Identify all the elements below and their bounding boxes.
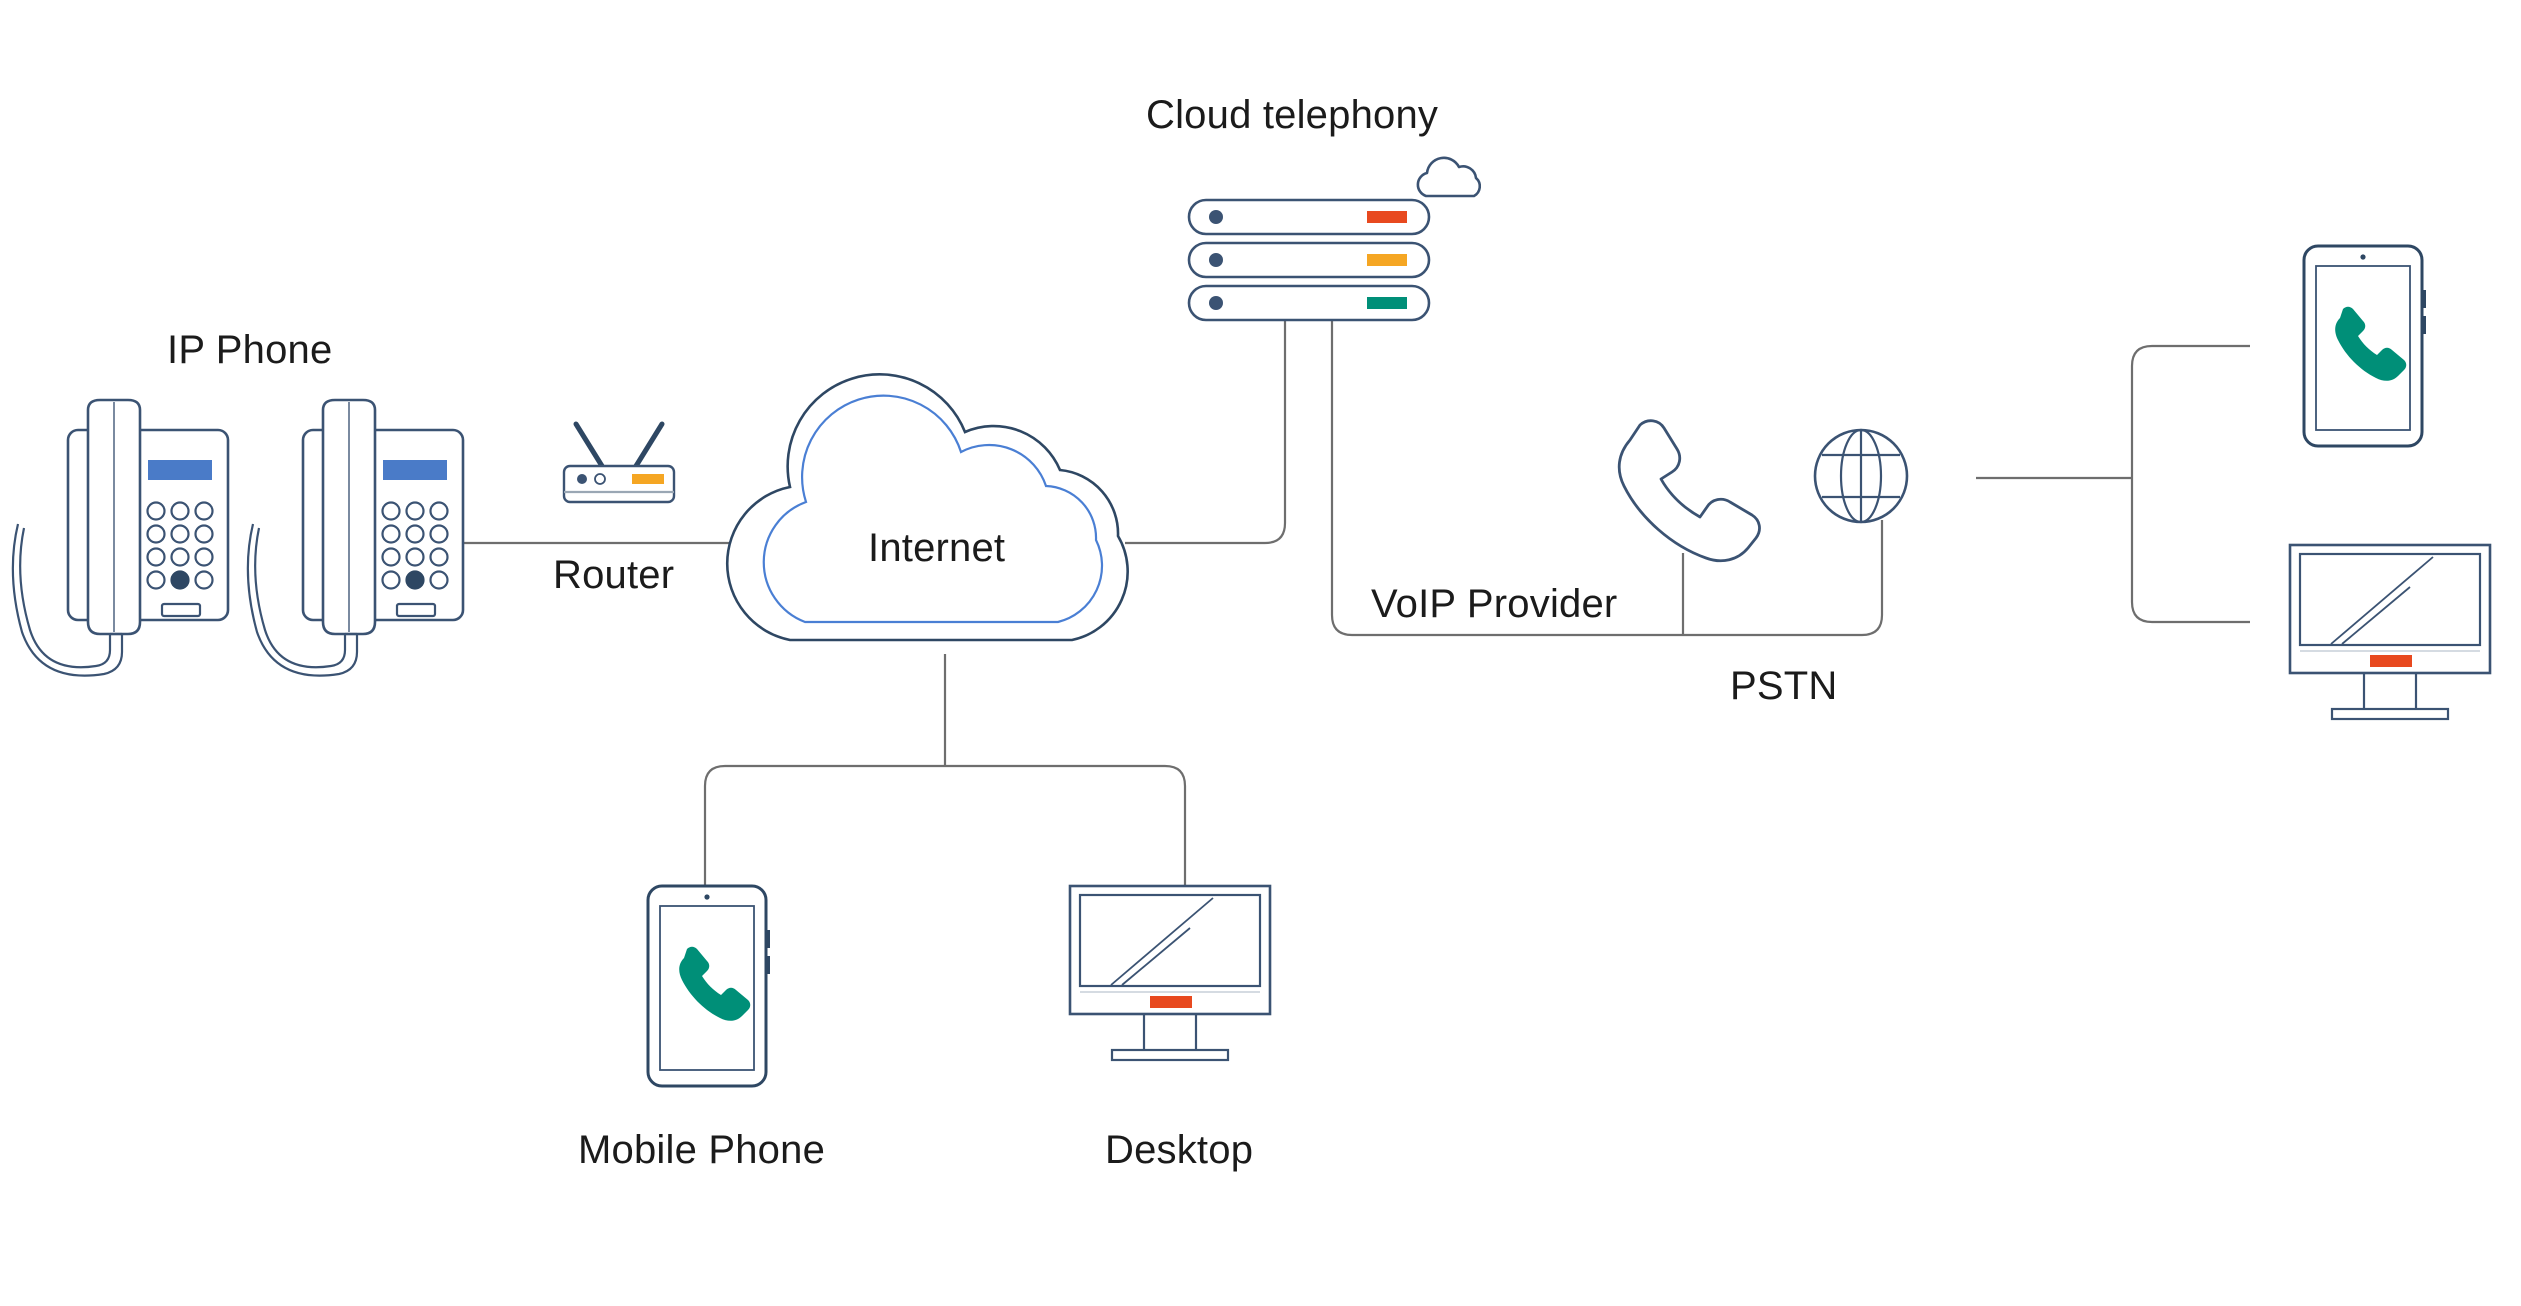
server-row-3 [1187, 284, 1431, 322]
node-mobile-phone[interactable] [646, 884, 772, 1088]
node-remote-mobile-phone[interactable] [2302, 244, 2428, 448]
node-remote-desktop[interactable] [2288, 543, 2492, 721]
label-cloud-telephony: Cloud telephony [1146, 93, 1439, 137]
connector-lines [455, 320, 2250, 886]
node-internet-cloud[interactable] [725, 373, 1129, 642]
connector-bracket-to-remote-desktop [2130, 478, 2250, 624]
server-row-1 [1187, 198, 1431, 236]
node-ip-phone-left[interactable] [11, 398, 230, 677]
connector-bracket-to-desktop [945, 764, 1187, 886]
diagram-canvas [11, 156, 2492, 1088]
label-router: Router [553, 553, 675, 597]
node-server-stack[interactable] [1187, 156, 1482, 322]
node-ip-phone-right[interactable] [246, 398, 465, 677]
label-pstn: PSTN [1730, 664, 1838, 708]
server-row-2 [1187, 241, 1431, 279]
node-desktop[interactable] [1068, 884, 1272, 1062]
node-voip-handset-icon[interactable] [1617, 419, 1761, 563]
connector-internet-to-cloudtelephony [1125, 320, 1287, 545]
network-diagram: IP Phone Router Internet Cloud telephony… [0, 0, 2521, 1306]
connector-bracket-to-remote-mobile [2130, 344, 2250, 478]
label-voip-provider: VoIP Provider [1371, 582, 1618, 626]
label-internet: Internet [868, 526, 1006, 570]
label-mobile-phone: Mobile Phone [578, 1128, 826, 1172]
mini-cloud-icon [1416, 156, 1482, 198]
connector-bracket-to-mobile [703, 764, 945, 886]
label-ip-phone: IP Phone [167, 328, 333, 372]
label-desktop: Desktop [1105, 1128, 1254, 1172]
node-router[interactable] [564, 424, 674, 502]
node-pstn-globe-icon[interactable] [1813, 428, 1909, 524]
